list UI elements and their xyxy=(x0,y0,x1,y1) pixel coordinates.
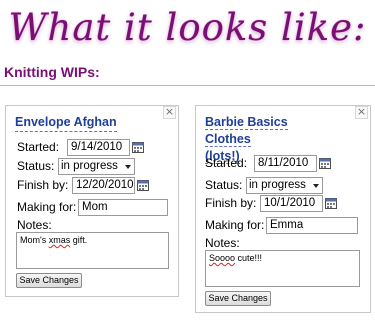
notes-misspelled-word: xmas xyxy=(48,235,71,245)
finish-by-date-input[interactable]: 10/1/2010 xyxy=(260,195,323,212)
chevron-down-icon xyxy=(313,184,319,188)
wip-card-barbie-basics: × Barbie Basics Clothes (lots!) Started:… xyxy=(195,105,371,313)
calendar-icon[interactable] xyxy=(132,141,144,153)
section-title: Knitting WIPs: xyxy=(4,64,100,80)
started-date-input[interactable]: 9/14/2010 xyxy=(67,139,130,156)
started-label: Started: xyxy=(17,140,60,154)
finish-by-label: Finish by: xyxy=(205,196,257,210)
making-for-input[interactable]: Emma xyxy=(266,217,358,234)
status-value: in progress xyxy=(249,179,306,191)
save-changes-button[interactable]: Save Changes xyxy=(16,273,82,288)
notes-label: Notes: xyxy=(205,236,240,250)
notes-misspelled-word: Soooo xyxy=(209,253,236,263)
calendar-icon[interactable] xyxy=(325,197,337,209)
card-title[interactable]: Envelope Afghan xyxy=(15,114,117,132)
started-date-input[interactable]: 8/11/2010 xyxy=(254,155,317,172)
notes-textarea[interactable]: Mom's xmas gift. xyxy=(16,232,169,269)
notes-text: Mom's xyxy=(20,235,49,245)
status-select[interactable]: in progress xyxy=(58,158,135,175)
banner-heading: What it looks like: xyxy=(8,6,367,49)
notes-textarea[interactable]: Soooo cute!!! xyxy=(205,250,360,287)
status-label: Status: xyxy=(17,159,55,173)
chevron-down-icon xyxy=(125,165,131,169)
save-changes-button[interactable]: Save Changes xyxy=(205,291,271,306)
notes-label: Notes: xyxy=(17,218,52,232)
status-label: Status: xyxy=(205,178,243,192)
notes-text: cute!!! xyxy=(235,253,263,263)
finish-by-label: Finish by: xyxy=(17,178,69,192)
wip-card-envelope-afghan: × Envelope Afghan Started: 9/14/2010 Sta… xyxy=(5,105,179,297)
making-for-label: Making for: xyxy=(205,218,265,232)
status-select[interactable]: in progress xyxy=(246,177,323,194)
close-icon[interactable]: × xyxy=(163,106,176,119)
started-label: Started: xyxy=(205,156,248,170)
making-for-label: Making for: xyxy=(17,200,77,214)
status-value: in progress xyxy=(61,160,118,172)
finish-by-date-input[interactable]: 12/20/2010 xyxy=(72,177,135,194)
card-title-line: Barbie Basics Clothes xyxy=(205,115,288,147)
making-for-input[interactable]: Mom xyxy=(78,199,168,216)
notes-text: gift. xyxy=(70,235,88,245)
calendar-icon[interactable] xyxy=(319,157,331,169)
close-icon[interactable]: × xyxy=(355,106,368,119)
section-divider xyxy=(0,85,375,86)
calendar-icon[interactable] xyxy=(137,179,149,191)
